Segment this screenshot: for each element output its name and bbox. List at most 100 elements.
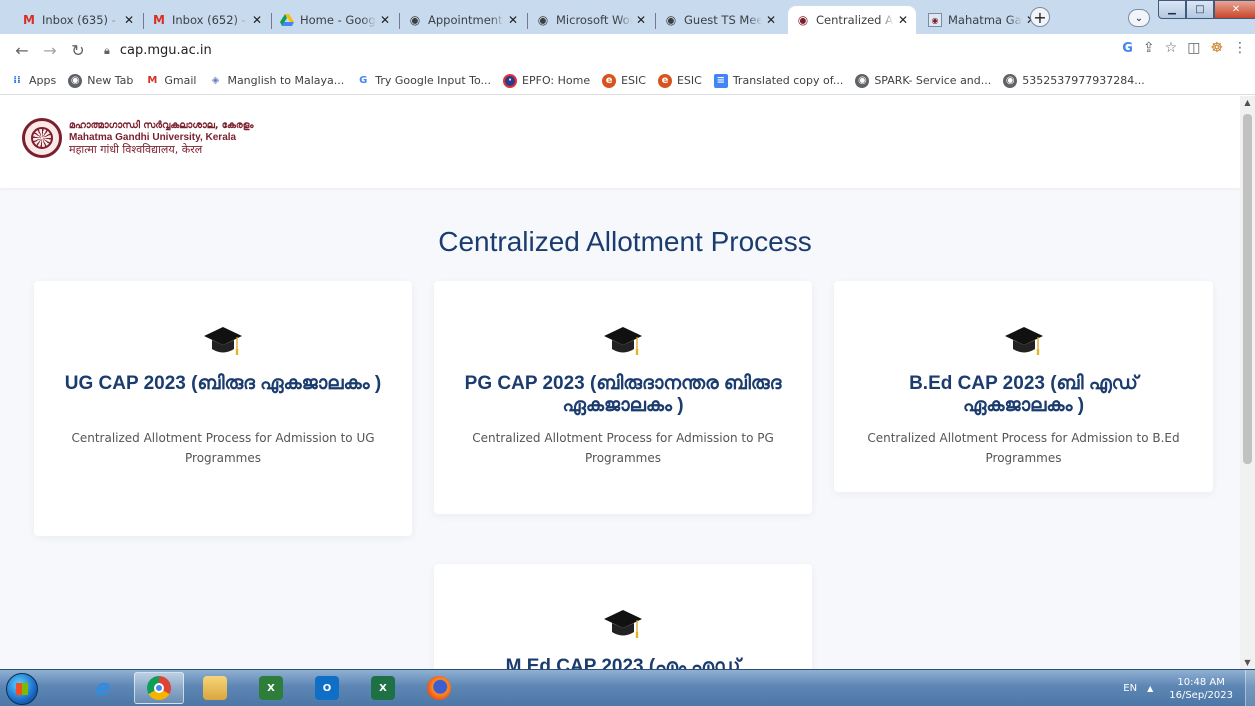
maximize-button[interactable]: □	[1186, 0, 1214, 19]
gmail-icon: M	[23, 13, 35, 27]
ug-cap-card[interactable]: UG CAP 2023 (ബിരുദ ഏകജാലകം ) Centralized…	[34, 281, 412, 536]
arrow-right-icon: →	[43, 41, 57, 60]
more-menu-icon[interactable]: ⋮	[1233, 40, 1247, 56]
tab-search-button[interactable]: ⌄	[1128, 9, 1150, 27]
globe-icon: ◉	[855, 73, 870, 88]
internet-explorer-icon: e	[95, 675, 111, 701]
globe-icon: ◉	[1003, 73, 1018, 88]
close-icon[interactable]: ✕	[378, 13, 392, 27]
university-logo[interactable]: മഹാത്മാഗാന്ധി സർവ്വകലാശാല, കേരളം Mahatma…	[22, 118, 254, 158]
esic-icon: e	[657, 73, 672, 88]
side-panel-icon[interactable]: ◫	[1187, 40, 1200, 56]
window-close-button[interactable]: ✕	[1214, 0, 1255, 19]
bookmark-spark[interactable]: ◉ SPARK- Service and...	[855, 73, 991, 88]
graduation-cap-icon	[204, 327, 242, 355]
bookmark-esic-2[interactable]: e ESIC	[657, 73, 702, 88]
start-button[interactable]	[6, 673, 38, 705]
folder-icon	[203, 676, 227, 700]
scroll-up-arrow-icon[interactable]: ▲	[1240, 98, 1255, 107]
google-icon: G	[359, 75, 368, 86]
med-cap-card[interactable]: M.Ed CAP 2023 (എം എഡ്	[434, 564, 812, 669]
minimize-button[interactable]: ▁	[1158, 0, 1186, 19]
pg-cap-card[interactable]: PG CAP 2023 (ബിരുദാനന്തര ബിരുദ ഏകജാലകം )…	[434, 281, 812, 514]
globe-icon: ◉	[665, 13, 677, 27]
close-icon[interactable]: ✕	[634, 13, 648, 27]
globe-icon: ◉	[537, 13, 549, 27]
bookmark-epfo[interactable]: · EPFO: Home	[503, 73, 590, 88]
close-icon[interactable]: ✕	[122, 13, 136, 27]
close-icon[interactable]: ✕	[764, 13, 778, 27]
profile-avatar-icon[interactable]: ☸	[1210, 40, 1223, 56]
address-bar[interactable]: 🔒︎ cap.mgu.ac.in	[104, 38, 1139, 63]
logo-text: മഹാത്മാഗാന്ധി സർവ്വകലാശാല, കേരളം Mahatma…	[69, 120, 254, 156]
globe-icon: ◉	[68, 73, 83, 88]
share-icon[interactable]: ⇪	[1143, 40, 1155, 56]
spreadsheet-icon: X	[259, 676, 283, 700]
taskbar-excel-green[interactable]: X	[246, 672, 296, 704]
firefox-icon	[427, 676, 451, 700]
reload-icon: ↻	[71, 41, 85, 60]
taskbar-chrome[interactable]	[134, 672, 184, 704]
new-tab-button[interactable]: +	[1030, 7, 1050, 27]
taskbar-excel[interactable]: X	[358, 672, 408, 704]
tab-microsoft-word[interactable]: ◉ Microsoft Wor ✕	[528, 6, 654, 34]
bookmark-translated-copy[interactable]: ≡ Translated copy of...	[713, 73, 843, 88]
scroll-down-arrow-icon[interactable]: ▼	[1240, 658, 1255, 667]
bookmark-star-icon[interactable]: ☆	[1165, 40, 1178, 56]
taskbar-outlook[interactable]: O	[302, 672, 352, 704]
google-docs-icon: ≡	[713, 73, 728, 88]
close-icon[interactable]: ✕	[250, 13, 264, 27]
page-title: Centralized Allotment Process	[438, 226, 812, 257]
globe-icon: ◉	[409, 13, 421, 27]
chevron-down-icon: ⌄	[1134, 12, 1144, 24]
scrollbar-thumb[interactable]	[1243, 114, 1252, 464]
card-title: B.Ed CAP 2023 (ബി എഡ് ഏകജാലകം )	[909, 373, 1138, 416]
tab-google-drive[interactable]: Home - Googl ✕	[272, 6, 398, 34]
back-button[interactable]: ←	[10, 39, 34, 63]
bed-cap-card[interactable]: B.Ed CAP 2023 (ബി എഡ് ഏകജാലകം ) Centrali…	[834, 281, 1213, 492]
university-seal-icon	[22, 118, 62, 158]
bookmark-new-tab[interactable]: ◉ New Tab	[68, 73, 133, 88]
excel-icon: X	[371, 676, 395, 700]
tab-mahatma-gandhi[interactable]: ◉ Mahatma Gan ✕	[920, 6, 1044, 34]
bookmark-apps[interactable]: ⁞⁞ Apps	[10, 74, 56, 88]
bookmark-gmail[interactable]: M Gmail	[145, 74, 196, 88]
google-translate-icon[interactable]: G	[1122, 41, 1133, 56]
bookmark-esic-1[interactable]: e ESIC	[602, 73, 646, 88]
tab-centralized-allotment[interactable]: ◉ Centralized All ✕	[788, 6, 916, 34]
logo-hindi: महात्मा गांधी विश्वविद्यालय, केरल	[69, 143, 203, 156]
esic-icon: e	[602, 73, 617, 88]
system-tray: EN ▲ 10:48 AM 16/Sep/2023	[1123, 670, 1255, 706]
tab-appointment[interactable]: ◉ Appointment ✕	[400, 6, 526, 34]
arrow-left-icon: ←	[15, 41, 29, 60]
bookmark-google-input[interactable]: G Try Google Input To...	[356, 74, 491, 88]
tab-guest-ts-meet[interactable]: ◉ Guest TS Meet ✕	[656, 6, 784, 34]
card-title: PG CAP 2023 (ബിരുദാനന്തര ബിരുദ ഏകജാലകം )	[464, 373, 782, 416]
bookmarks-bar: ⁞⁞ Apps ◉ New Tab M Gmail ◈ Manglish to …	[0, 67, 1255, 95]
browser-toolbar: ← → ↻ 🔒︎ cap.mgu.ac.in G ⇪ ☆ ◫ ☸ ⋮	[0, 34, 1255, 67]
show-hidden-icons-icon[interactable]: ▲	[1147, 684, 1153, 693]
taskbar-clock[interactable]: 10:48 AM 16/Sep/2023	[1169, 676, 1233, 702]
close-icon[interactable]: ✕	[896, 13, 910, 27]
mgu-seal-icon: ◉	[797, 13, 809, 27]
close-icon[interactable]: ✕	[506, 13, 520, 27]
bookmark-number[interactable]: ◉ 5352537977937284...	[1003, 73, 1145, 88]
forward-button[interactable]: →	[38, 39, 62, 63]
epfo-icon: ·	[503, 73, 518, 88]
taskbar-firefox[interactable]	[414, 672, 464, 704]
taskbar-internet-explorer[interactable]: e	[78, 672, 128, 704]
tab-inbox-635[interactable]: M Inbox (635) - s ✕	[14, 6, 142, 34]
tab-inbox-652[interactable]: M Inbox (652) - c ✕	[144, 6, 270, 34]
bookmark-manglish[interactable]: ◈ Manglish to Malaya...	[208, 74, 345, 88]
gmail-icon: M	[147, 75, 158, 86]
reload-button[interactable]: ↻	[66, 39, 90, 63]
toolbar-actions: G ⇪ ☆ ◫ ☸ ⋮	[1122, 40, 1247, 56]
site-header: മഹാത്മാഗാന്ധി സർവ്വകലാശാല, കേരളം Mahatma…	[0, 96, 1240, 188]
chrome-icon	[147, 676, 171, 700]
mgu-page-icon: ◉	[928, 13, 942, 27]
page-scrollbar[interactable]: ▲ ▼	[1240, 96, 1255, 669]
language-indicator[interactable]: EN	[1123, 683, 1137, 694]
taskbar-file-explorer[interactable]	[190, 672, 240, 704]
page-viewport: മഹാത്മാഗാന്ധി സർവ്വകലാശാല, കേരളം Mahatma…	[0, 96, 1240, 669]
show-desktop-button[interactable]	[1245, 670, 1255, 706]
